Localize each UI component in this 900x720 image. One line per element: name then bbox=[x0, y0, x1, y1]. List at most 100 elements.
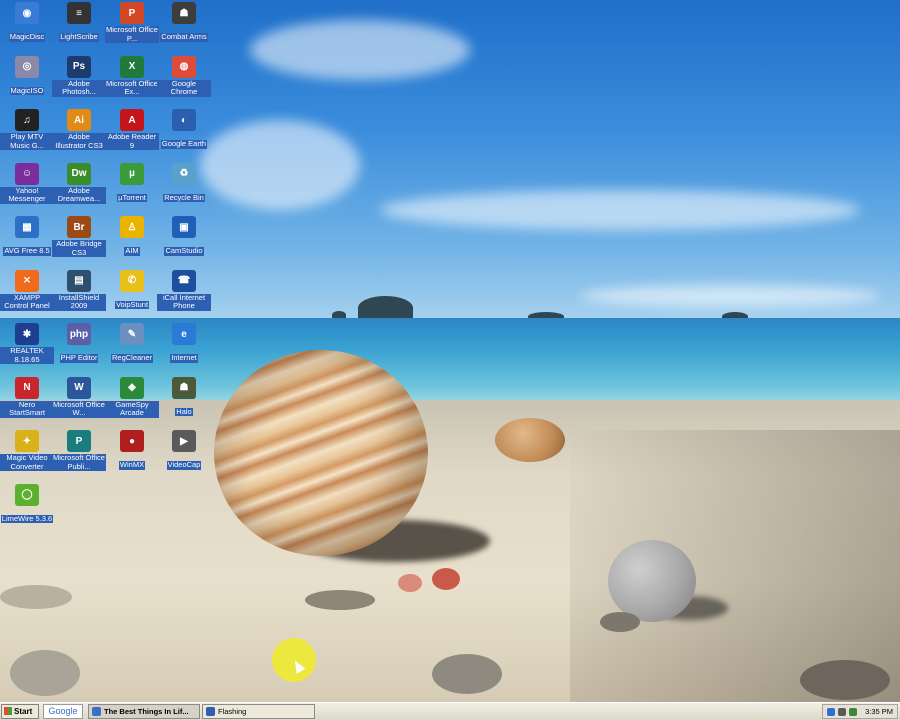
clock[interactable]: 3:35 PM bbox=[865, 705, 893, 718]
realtek-icon: ✱ bbox=[15, 323, 39, 345]
desktop-icon-label: LimeWire 5.3.6 bbox=[0, 513, 54, 523]
pdf-icon: A bbox=[120, 109, 144, 131]
xampp-icon: ⨯ bbox=[15, 269, 39, 292]
taskbar-button-browser[interactable]: The Best Things In Lif... bbox=[88, 704, 200, 719]
desktop-icon[interactable]: ≡ LightScribe bbox=[52, 0, 106, 44]
pebble bbox=[432, 654, 502, 694]
nero-icon: N bbox=[15, 376, 39, 399]
taskbar-button-flashing[interactable]: Flashing bbox=[202, 704, 315, 719]
desktop-icon[interactable]: Ai Adobe Illustrator CS3 bbox=[52, 107, 106, 153]
limewire-icon: ◯ bbox=[15, 483, 39, 506]
desktop-icon[interactable]: ▶ VideoCap bbox=[157, 428, 211, 472]
desktop-icon-label: RegCleaner bbox=[110, 353, 154, 363]
desktop-icon-label: MagicISO bbox=[9, 85, 45, 95]
videocap-icon: ▶ bbox=[172, 430, 196, 452]
soldier-icon: ☗ bbox=[172, 2, 196, 24]
desktop-icon[interactable]: ☗ Combat Arms bbox=[157, 0, 211, 44]
desktop-icon[interactable]: P Microsoft Office P... bbox=[105, 0, 159, 46]
desktop-icon-label: Microsoft Office Publi... bbox=[52, 453, 106, 471]
chrome-icon: ◍ bbox=[172, 55, 196, 78]
desktop-icon-label: VoipStunt bbox=[114, 299, 150, 309]
desktop-icon[interactable]: ▦ AVG Free 8.5 bbox=[0, 214, 54, 258]
desktop-icon-label: Adobe Reader 9 bbox=[105, 132, 159, 150]
desktop-icon-label: AIM bbox=[124, 246, 140, 256]
recycle-bin-icon: ♻ bbox=[172, 162, 196, 185]
cloud bbox=[200, 120, 360, 210]
gamespy-icon: ◈ bbox=[120, 376, 144, 399]
browser-window-icon bbox=[92, 707, 101, 716]
desktop-icon[interactable]: Br Adobe Bridge CS3 bbox=[52, 214, 106, 260]
desktop-icon[interactable]: ☺ Yahoo! Messenger bbox=[0, 161, 54, 207]
desktop-icon[interactable]: ◐ Google Earth bbox=[157, 107, 211, 151]
utorrent-icon: µ bbox=[120, 162, 144, 185]
desktop-icon-label: Magic Video Converter bbox=[0, 453, 54, 471]
desktop-icon[interactable]: X Microsoft Office Ex... bbox=[105, 54, 159, 100]
desktop-icon[interactable]: e Internet bbox=[157, 321, 211, 365]
task-label: Flashing bbox=[218, 707, 247, 716]
desktop[interactable]: ◉ MagicDisc ≡ LightScribe P Microsoft Office … bbox=[0, 0, 900, 702]
desktop-icon-label: Combat Arms bbox=[160, 32, 208, 42]
desktop-icon[interactable]: ✱ REALTEK 8.18.65 bbox=[0, 321, 54, 367]
desktop-icon[interactable]: ◍ Google Chrome bbox=[157, 54, 211, 100]
publisher-icon: P bbox=[67, 430, 91, 452]
desktop-icon[interactable]: ✦ Magic Video Converter bbox=[0, 428, 54, 474]
start-label: Start bbox=[14, 707, 33, 716]
php-icon: php bbox=[67, 323, 91, 345]
volume-tray-icon[interactable] bbox=[838, 708, 846, 716]
pebble bbox=[0, 585, 72, 609]
regcleaner-icon: ✎ bbox=[120, 323, 144, 345]
desktop-icon[interactable]: ◯ LimeWire 5.3.6 bbox=[0, 482, 54, 526]
pebble bbox=[432, 568, 460, 590]
desktop-icon[interactable]: Dw Adobe Dreamwea... bbox=[52, 161, 106, 207]
cloud bbox=[580, 285, 880, 307]
desktop-icon[interactable]: php PHP Editor bbox=[52, 321, 106, 365]
mtv-icon: ♫ bbox=[15, 109, 39, 131]
desktop-icon-label: iCall Internet Phone bbox=[157, 293, 211, 311]
desktop-icon-label: Adobe Bridge CS3 bbox=[52, 239, 106, 257]
desktop-icon[interactable]: ✆ VoipStunt bbox=[105, 268, 159, 312]
desktop-icon-label: Halo bbox=[175, 406, 193, 416]
globe-icon: ◐ bbox=[172, 109, 196, 131]
desktop-icon[interactable]: ▣ CamStudio bbox=[157, 214, 211, 258]
desktop-icon-label: REALTEK 8.18.65 bbox=[0, 346, 54, 364]
desktop-icon[interactable]: ♫ Play MTV Music G... bbox=[0, 107, 54, 153]
windows-logo-icon bbox=[4, 707, 12, 715]
desktop-icon[interactable]: ◉ MagicDisc bbox=[0, 0, 54, 44]
network-tray-icon[interactable] bbox=[827, 708, 835, 716]
google-label: Google bbox=[48, 706, 78, 716]
desktop-icon-label: Yahoo! Messenger bbox=[0, 186, 54, 204]
desktop-icon-label: Adobe Illustrator CS3 bbox=[52, 132, 106, 150]
desktop-icon[interactable]: ♻ Recycle Bin bbox=[157, 161, 211, 205]
pebble bbox=[10, 650, 80, 696]
desktop-icon[interactable]: P Microsoft Office Publi... bbox=[52, 428, 106, 474]
desktop-icon[interactable]: Ps Adobe Photosh... bbox=[52, 54, 106, 100]
desktop-icon[interactable]: N Nero StartSmart bbox=[0, 375, 54, 421]
rock-ball bbox=[495, 418, 565, 462]
avg-icon: ▦ bbox=[15, 216, 39, 238]
desktop-icon[interactable]: W Microsoft Office W... bbox=[52, 375, 106, 421]
desktop-icon[interactable]: ✎ RegCleaner bbox=[105, 321, 159, 365]
desktop-icon[interactable]: A Adobe Reader 9 bbox=[105, 107, 159, 153]
desktop-icon-label: CamStudio bbox=[164, 246, 204, 256]
desktop-icon[interactable]: ☗ Halo bbox=[157, 375, 211, 419]
system-tray: 3:35 PM bbox=[822, 704, 898, 719]
installshield-icon: ▤ bbox=[67, 269, 91, 292]
desktop-icon[interactable]: ◈ GameSpy Arcade bbox=[105, 375, 159, 421]
start-button[interactable]: Start bbox=[1, 704, 39, 719]
google-toolbar-button[interactable]: Google bbox=[43, 704, 83, 719]
desktop-icon-label: AVG Free 8.5 bbox=[3, 246, 51, 256]
desktop-icon-label: Microsoft Office Ex... bbox=[105, 78, 159, 97]
shield-tray-icon[interactable] bbox=[849, 708, 857, 716]
desktop-icon[interactable]: ♙ AIM bbox=[105, 214, 159, 258]
desktop-icon[interactable]: ⨯ XAMPP Control Panel bbox=[0, 268, 54, 314]
disc-icon: ◉ bbox=[15, 2, 39, 24]
internet-explorer-icon: e bbox=[172, 323, 196, 345]
desktop-icon[interactable]: ● WinMX bbox=[105, 428, 159, 472]
desktop-icon[interactable]: ▤ InstallShield 2009 bbox=[52, 268, 106, 314]
desktop-icon[interactable]: ☎ iCall Internet Phone bbox=[157, 268, 211, 314]
app-window-icon bbox=[206, 707, 215, 716]
desktop-icon[interactable]: ◎ MagicISO bbox=[0, 54, 54, 98]
desktop-icon-label: Adobe Photosh... bbox=[52, 79, 106, 97]
desktop-icon-label: Internet bbox=[170, 353, 198, 363]
desktop-icon[interactable]: µ µTorrent bbox=[105, 161, 159, 205]
